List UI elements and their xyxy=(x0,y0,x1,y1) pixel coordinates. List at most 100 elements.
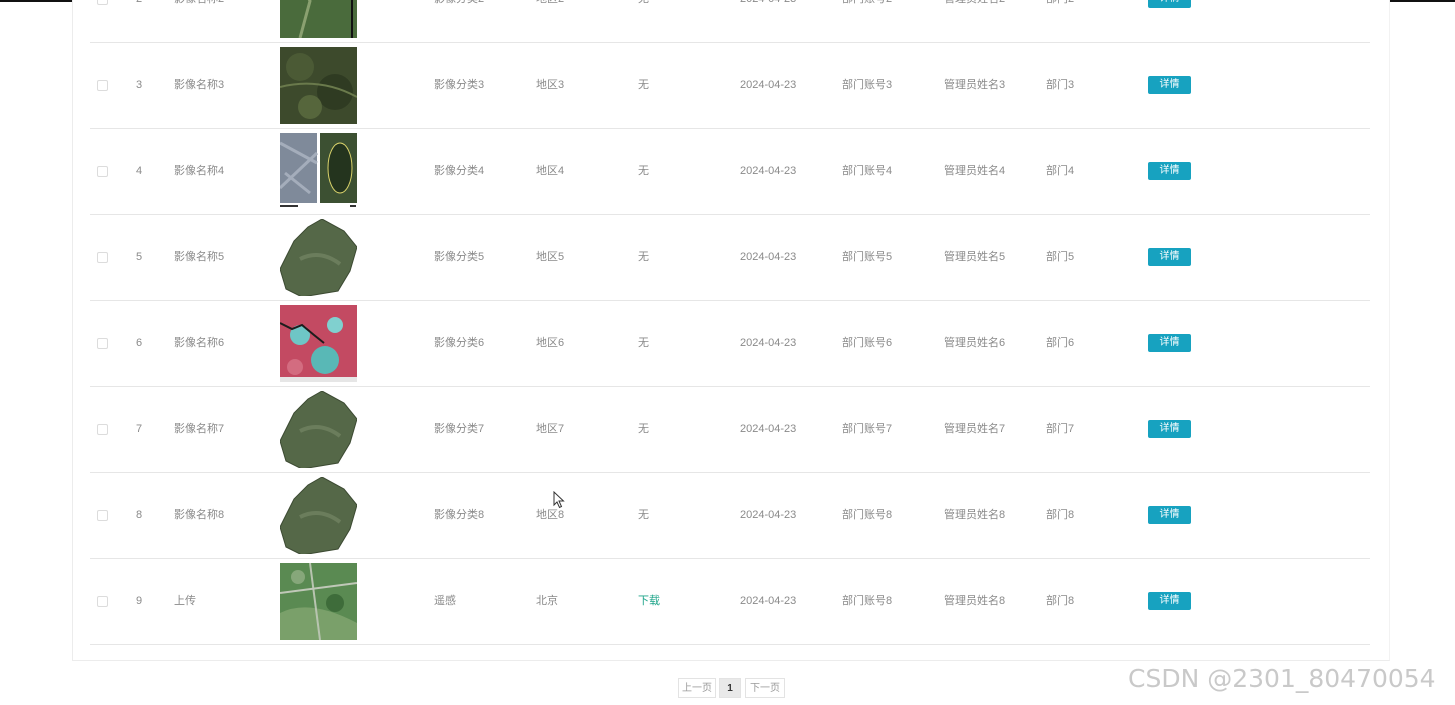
image-thumbnail xyxy=(280,47,357,124)
image-thumbnail xyxy=(280,133,357,210)
detail-button[interactable]: 详情 xyxy=(1148,162,1191,181)
satellite-thumbnail-image xyxy=(280,305,357,382)
table-row: 2 影像名称2 影像分类2 地区2 无 2024-04-23 部门账号2 管理员… xyxy=(90,0,1370,43)
next-page-button[interactable]: 下一页 xyxy=(745,678,785,698)
image-name: 影像名称6 xyxy=(174,337,225,349)
admin-name: 管理员姓名3 xyxy=(944,79,1006,91)
dept-account: 部门账号5 xyxy=(842,251,893,263)
dept-account: 部门账号8 xyxy=(842,509,893,521)
image-region: 北京 xyxy=(536,595,558,607)
image-thumbnail xyxy=(280,563,357,640)
download-link[interactable]: 下载 xyxy=(638,595,660,607)
department: 部门8 xyxy=(1046,595,1075,607)
image-name: 影像名称4 xyxy=(174,165,225,177)
image-category: 影像分类8 xyxy=(434,509,485,521)
upload-date: 2024-04-23 xyxy=(740,509,797,521)
detail-button[interactable]: 详情 xyxy=(1148,420,1191,439)
table-row: 3 影像名称3 影像分类3 地区3 无 2024-04-23 部门账号3 管理员… xyxy=(90,43,1370,129)
image-category: 影像分类6 xyxy=(434,337,485,349)
download-status: 无 xyxy=(638,509,649,521)
department: 部门8 xyxy=(1046,509,1075,521)
satellite-thumbnail-image xyxy=(280,0,357,38)
satellite-thumbnail-image xyxy=(280,563,357,640)
dept-account: 部门账号3 xyxy=(842,79,893,91)
detail-button[interactable]: 详情 xyxy=(1148,0,1191,9)
table-row: 6 影像名称6 影像分类6 地区6 无 2024-04-23 部门账号6 管理员… xyxy=(90,301,1370,387)
image-region: 地区5 xyxy=(536,251,565,263)
table-row: 4 影像名称4 影像分类4 地区4 无 2024-04-23 部门账号4 管理员… xyxy=(90,129,1370,215)
image-category: 影像分类4 xyxy=(434,165,485,177)
image-thumbnail xyxy=(280,305,357,382)
download-status: 无 xyxy=(638,251,649,263)
image-thumbnail xyxy=(280,391,357,468)
detail-button[interactable]: 详情 xyxy=(1148,248,1191,267)
prev-page-button[interactable]: 上一页 xyxy=(678,678,716,698)
current-page-button[interactable]: 1 xyxy=(719,678,741,698)
upload-date: 2024-04-23 xyxy=(740,595,797,607)
image-name: 影像名称2 xyxy=(174,0,224,42)
detail-button[interactable]: 详情 xyxy=(1148,506,1191,525)
row-checkbox[interactable] xyxy=(97,0,108,5)
admin-name: 管理员姓名4 xyxy=(944,165,1006,177)
row-index: 4 xyxy=(136,165,143,177)
image-region: 地区3 xyxy=(536,79,565,91)
satellite-thumbnail-image xyxy=(280,391,357,468)
image-name: 影像名称3 xyxy=(174,79,225,91)
admin-name: 管理员姓名7 xyxy=(944,423,1006,435)
image-region: 地区2 xyxy=(536,0,564,42)
satellite-thumbnail-image xyxy=(280,477,357,554)
row-index: 5 xyxy=(136,251,143,263)
image-category: 遥感 xyxy=(434,595,456,607)
row-index: 7 xyxy=(136,423,143,435)
admin-name: 管理员姓名2 xyxy=(944,0,1005,42)
table-row: 8 影像名称8 影像分类8 地区8 无 2024-04-23 部门账号8 管理员… xyxy=(90,473,1370,559)
dept-account: 部门账号2 xyxy=(842,0,892,42)
image-thumbnail xyxy=(280,477,357,554)
table-row: 9 上传 遥感 北京 下载 2024-04-23 部门账号8 管理员姓名8 部门… xyxy=(90,559,1370,645)
detail-button[interactable]: 详情 xyxy=(1148,592,1191,611)
download-status: 无 xyxy=(638,0,649,42)
watermark: CSDN @2301_80470054 xyxy=(1128,664,1436,693)
detail-button[interactable]: 详情 xyxy=(1148,76,1191,95)
image-region: 地区6 xyxy=(536,337,565,349)
department: 部门5 xyxy=(1046,251,1075,263)
table-row: 7 影像名称7 影像分类7 地区7 无 2024-04-23 部门账号7 管理员… xyxy=(90,387,1370,473)
dept-account: 部门账号4 xyxy=(842,165,893,177)
department: 部门4 xyxy=(1046,165,1075,177)
row-checkbox[interactable] xyxy=(97,165,108,177)
download-status: 无 xyxy=(638,337,649,349)
dept-account: 部门账号8 xyxy=(842,595,893,607)
admin-name: 管理员姓名8 xyxy=(944,595,1006,607)
image-table: 2 影像名称2 影像分类2 地区2 无 2024-04-23 部门账号2 管理员… xyxy=(90,0,1370,645)
dept-account: 部门账号7 xyxy=(842,423,893,435)
row-checkbox[interactable] xyxy=(97,595,108,607)
image-name: 影像名称5 xyxy=(174,251,225,263)
admin-name: 管理员姓名8 xyxy=(944,509,1006,521)
image-region: 地区4 xyxy=(536,165,565,177)
row-checkbox[interactable] xyxy=(97,337,108,349)
upload-date: 2024-04-23 xyxy=(740,165,797,177)
image-name: 影像名称7 xyxy=(174,423,225,435)
upload-date: 2024-04-23 xyxy=(740,423,797,435)
image-category: 影像分类5 xyxy=(434,251,485,263)
image-region: 地区7 xyxy=(536,423,565,435)
image-category: 影像分类7 xyxy=(434,423,485,435)
row-checkbox[interactable] xyxy=(97,509,108,521)
row-checkbox[interactable] xyxy=(97,251,108,263)
row-checkbox[interactable] xyxy=(97,423,108,435)
upload-date: 2024-04-23 xyxy=(740,251,797,263)
satellite-thumbnail-image xyxy=(280,219,357,296)
image-thumbnail xyxy=(280,219,357,296)
dept-account: 部门账号6 xyxy=(842,337,893,349)
detail-button[interactable]: 详情 xyxy=(1148,334,1191,353)
image-name: 影像名称8 xyxy=(174,509,225,521)
upload-date: 2024-04-23 xyxy=(740,337,797,349)
row-index: 6 xyxy=(136,337,143,349)
department: 部门7 xyxy=(1046,423,1075,435)
image-region: 地区8 xyxy=(536,509,565,521)
admin-name: 管理员姓名6 xyxy=(944,337,1006,349)
row-checkbox[interactable] xyxy=(97,79,108,91)
download-status: 无 xyxy=(638,79,649,91)
image-category: 影像分类2 xyxy=(434,0,484,42)
admin-name: 管理员姓名5 xyxy=(944,251,1006,263)
